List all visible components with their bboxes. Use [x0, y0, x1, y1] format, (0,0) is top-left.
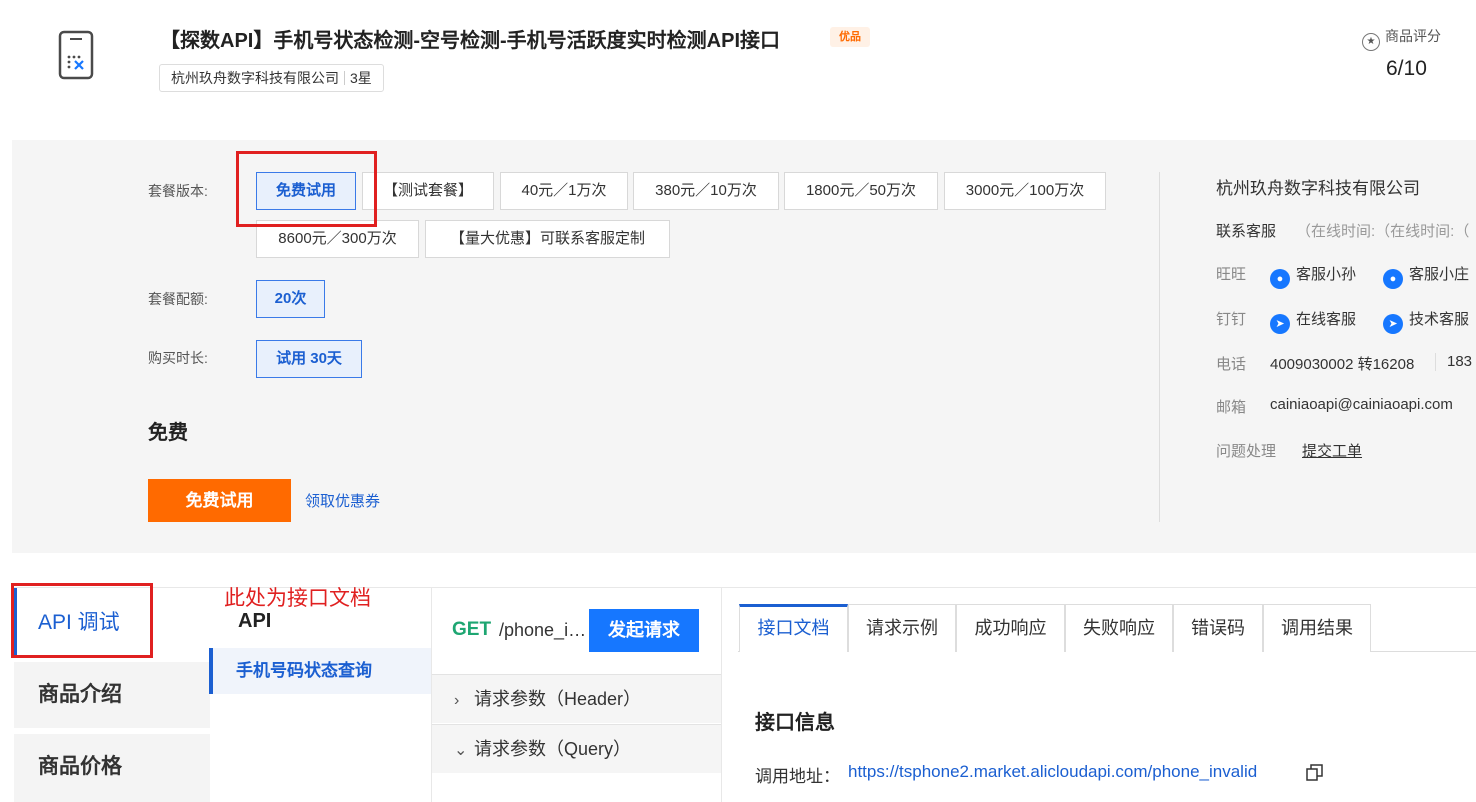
- email-value: cainiaoapi@cainiaoapi.com: [1270, 396, 1453, 413]
- dingding-label: 钉钉: [1216, 311, 1247, 328]
- chevron-down-icon: ⌄: [454, 742, 468, 759]
- dingtalk-icon: ➤: [1270, 314, 1290, 334]
- dingding-agent-2[interactable]: ➤ 技术客服: [1383, 308, 1469, 334]
- wangwang-agent-1-label: 客服小孙: [1296, 266, 1357, 283]
- issue-label: 问题处理: [1216, 443, 1277, 460]
- copy-icon[interactable]: [1306, 764, 1323, 781]
- phone-value: 4009030002 转16208: [1270, 356, 1415, 373]
- phone-label: 电话: [1216, 356, 1247, 373]
- tab-call-result[interactable]: 调用结果: [1263, 604, 1371, 652]
- tab-product-price[interactable]: 商品价格: [14, 734, 210, 802]
- param-query-label: 请求参数（Query）: [474, 739, 632, 759]
- highlight-box-api-debug: [11, 583, 153, 658]
- quota-option[interactable]: 20次: [256, 280, 325, 318]
- version-option-500k[interactable]: 1800元／50万次: [784, 172, 938, 210]
- dingding-agent-2-label: 技术客服: [1409, 311, 1470, 328]
- dingtalk-icon: ➤: [1383, 314, 1403, 334]
- request-path: /phone_invalid: [499, 620, 589, 640]
- wangwang-agent-1[interactable]: ● 客服小孙: [1270, 263, 1356, 289]
- dingding-agent-1-label: 在线客服: [1296, 311, 1357, 328]
- quota-label: 套餐配额:: [148, 291, 208, 307]
- version-option-1m[interactable]: 3000元／100万次: [944, 172, 1106, 210]
- star-icon: ★: [1362, 33, 1380, 51]
- version-option-test[interactable]: 【测试套餐】: [362, 172, 494, 210]
- wangwang-icon: ●: [1383, 269, 1403, 289]
- param-header-label: 请求参数（Header）: [474, 689, 642, 709]
- vendor-level: 3星: [350, 70, 372, 86]
- panel-divider: [1159, 172, 1160, 522]
- phone-check-icon: [58, 30, 94, 80]
- duration-option[interactable]: 试用 30天: [256, 340, 362, 378]
- wangwang-icon: ●: [1270, 269, 1290, 289]
- dingding-agent-1[interactable]: ➤ 在线客服: [1270, 308, 1356, 334]
- version-option-100k[interactable]: 380元／10万次: [633, 172, 779, 210]
- rating-label-text: 商品评分: [1385, 28, 1441, 44]
- rating-value: 6/10: [1386, 57, 1427, 80]
- tab-request-example[interactable]: 请求示例: [848, 604, 956, 652]
- duration-label: 购买时长:: [148, 350, 208, 366]
- column-divider: [721, 588, 722, 802]
- service-label: 联系客服: [1216, 223, 1277, 240]
- version-option-10k[interactable]: 40元／1万次: [500, 172, 628, 210]
- tab-success-response[interactable]: 成功响应: [956, 604, 1065, 652]
- param-query-row[interactable]: ⌄ 请求参数（Query）: [432, 724, 721, 773]
- tab-api-doc[interactable]: 接口文档: [739, 604, 848, 652]
- annotation-text: 此处为接口文档: [224, 587, 371, 610]
- version-label: 套餐版本:: [148, 183, 208, 199]
- api-item-phone-status[interactable]: 手机号码状态查询: [209, 648, 431, 694]
- tab-failure-response[interactable]: 失败响应: [1065, 604, 1173, 652]
- doc-url[interactable]: https://tsphone2.market.alicloudapi.com/…: [848, 762, 1257, 782]
- tab-product-intro[interactable]: 商品介绍: [14, 662, 210, 728]
- quality-badge: 优品: [830, 27, 870, 47]
- wangwang-label: 旺旺: [1216, 266, 1247, 283]
- doc-url-label: 调用地址：: [755, 767, 840, 786]
- coupon-link[interactable]: 领取优惠券: [305, 490, 380, 511]
- submit-ticket-link[interactable]: 提交工单: [1302, 440, 1362, 461]
- contact-company: 杭州玖舟数字科技有限公司: [1216, 179, 1420, 198]
- api-group-title: API: [238, 610, 272, 632]
- wangwang-agent-2[interactable]: ● 客服小庄: [1383, 263, 1469, 289]
- send-request-button[interactable]: 发起请求: [589, 609, 699, 652]
- tab-error-codes[interactable]: 错误码: [1173, 604, 1263, 652]
- param-body-area: [432, 773, 721, 802]
- wangwang-agent-2-label: 客服小庄: [1409, 266, 1470, 283]
- phone-extra: 183: [1447, 353, 1473, 370]
- vendor-tag[interactable]: 杭州玖舟数字科技有限公司 3星: [159, 64, 384, 92]
- highlight-box-free-trial: [236, 151, 377, 227]
- chevron-right-icon: ›: [454, 692, 460, 709]
- price: 免费: [148, 422, 188, 444]
- doc-heading: 接口信息: [755, 712, 835, 734]
- service-hours: （在线时间:（在线时间:（: [1296, 223, 1470, 240]
- phone-separator: [1435, 353, 1436, 371]
- version-option-custom[interactable]: 【量大优惠】可联系客服定制: [425, 220, 670, 258]
- param-header-row[interactable]: › 请求参数（Header）: [432, 674, 721, 723]
- free-trial-button[interactable]: 免费试用: [148, 479, 291, 522]
- http-method: GET: [452, 619, 492, 640]
- vendor-name: 杭州玖舟数字科技有限公司: [171, 70, 339, 86]
- product-title: 【探数API】手机号状态检测-空号检测-手机号活跃度实时检测API接口: [160, 30, 780, 52]
- email-label: 邮箱: [1216, 399, 1247, 416]
- rating-label: ★ 商品评分: [1362, 26, 1441, 51]
